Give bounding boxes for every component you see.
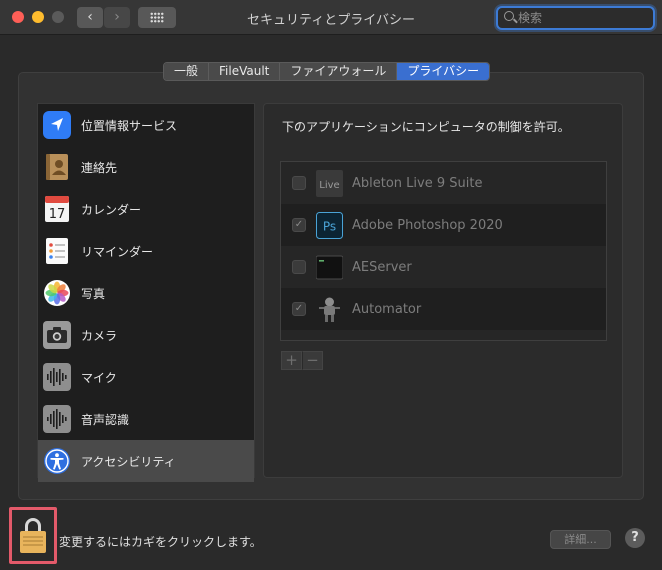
sidebar-item-label: カメラ: [81, 328, 118, 343]
tab-privacy[interactable]: プライバシー: [397, 63, 490, 80]
add-remove-controls: + −: [281, 351, 323, 370]
reminders-icon: [43, 237, 71, 265]
add-app-button[interactable]: +: [281, 351, 302, 370]
contacts-book-icon: [43, 153, 71, 181]
list-item-ableton[interactable]: Live Ableton Live 9 Suite: [281, 162, 606, 204]
photoshop-icon: Ps: [316, 211, 343, 239]
sidebar-item-label: カレンダー: [81, 202, 142, 217]
lock-hint-text: 変更するにはカギをクリックします。: [59, 535, 262, 549]
list-item-photoshop[interactable]: ✓ Ps Adobe Photoshop 2020: [281, 204, 606, 246]
pane-heading: 下のアプリケーションにコンピュータの制御を許可。: [282, 120, 570, 134]
app-name: Automator: [352, 301, 422, 317]
photos-icon: [43, 279, 71, 307]
sidebar-item-speech-recognition[interactable]: 音声認識: [38, 398, 254, 440]
allowed-apps-list: Live Ableton Live 9 Suite ✓ Ps Adobe Pho…: [280, 161, 607, 341]
automator-robot-icon: [316, 296, 343, 323]
app-name: AEServer: [352, 259, 412, 275]
title-bar: ‹ › セキュリティとプライバシー: [0, 0, 662, 35]
app-checkbox[interactable]: ✓: [292, 218, 306, 232]
sidebar-item-location-services[interactable]: 位置情報サービス: [38, 104, 254, 146]
sidebar-item-label: 音声認識: [81, 412, 130, 427]
sidebar-item-label: マイク: [81, 370, 117, 385]
app-checkbox[interactable]: ✓: [292, 302, 306, 316]
location-arrow-icon: [43, 111, 71, 139]
sidebar-item-label: アクセシビリティ: [81, 454, 176, 469]
calendar-day-text: 17: [49, 207, 66, 222]
list-item-aeserver[interactable]: AEServer: [281, 246, 606, 288]
ableton-live-icon: Live: [316, 169, 343, 197]
app-name: Adobe Photoshop 2020: [352, 217, 503, 233]
app-name: Ableton Live 9 Suite: [352, 175, 483, 191]
tab-bar: 一般 FileVault ファイアウォール プライバシー: [163, 62, 491, 81]
aeserver-terminal-icon: [316, 254, 343, 281]
list-item-partial: [281, 330, 606, 340]
search-input[interactable]: [518, 9, 648, 27]
sidebar-item-photos[interactable]: 写真: [38, 272, 254, 314]
remove-app-button[interactable]: −: [302, 351, 323, 370]
list-item-automator[interactable]: ✓ Automator: [281, 288, 606, 330]
tab-firewall[interactable]: ファイアウォール: [280, 63, 398, 80]
app-checkbox[interactable]: [292, 176, 306, 190]
photoshop-icon-text: Ps: [323, 219, 336, 233]
camera-icon: [43, 321, 71, 349]
help-button[interactable]: ?: [625, 528, 645, 548]
sidebar-item-camera[interactable]: カメラ: [38, 314, 254, 356]
sidebar-item-contacts[interactable]: 連絡先: [38, 146, 254, 188]
lock-button[interactable]: [9, 507, 57, 564]
sidebar-item-microphone[interactable]: マイク: [38, 356, 254, 398]
details-button[interactable]: 詳細...: [550, 530, 611, 549]
privacy-category-list: 位置情報サービス 連絡先 17 カレンダー リマインダー 写真 カメラ マイク …: [37, 103, 255, 482]
app-checkbox[interactable]: [292, 260, 306, 274]
sidebar-item-accessibility[interactable]: アクセシビリティ: [38, 440, 254, 482]
calendar-icon: 17: [43, 195, 71, 223]
sidebar-item-reminders[interactable]: リマインダー: [38, 230, 254, 272]
search-field[interactable]: [496, 6, 655, 30]
tab-filevault[interactable]: FileVault: [209, 63, 281, 80]
sidebar-item-label: リマインダー: [81, 244, 154, 259]
sidebar-item-label: 連絡先: [81, 160, 118, 175]
accessibility-icon: [43, 447, 71, 475]
tab-general[interactable]: 一般: [164, 63, 210, 80]
search-icon: [504, 11, 514, 21]
sidebar-item-calendar[interactable]: 17 カレンダー: [38, 188, 254, 230]
sidebar-item-label: 位置情報サービス: [81, 118, 178, 133]
sidebar-item-label: 写真: [81, 286, 106, 301]
speech-recognition-waveform-icon: [43, 405, 71, 433]
microphone-waveform-icon: [43, 363, 71, 391]
lock-body: [20, 531, 46, 553]
ableton-icon-text: Live: [319, 180, 339, 191]
